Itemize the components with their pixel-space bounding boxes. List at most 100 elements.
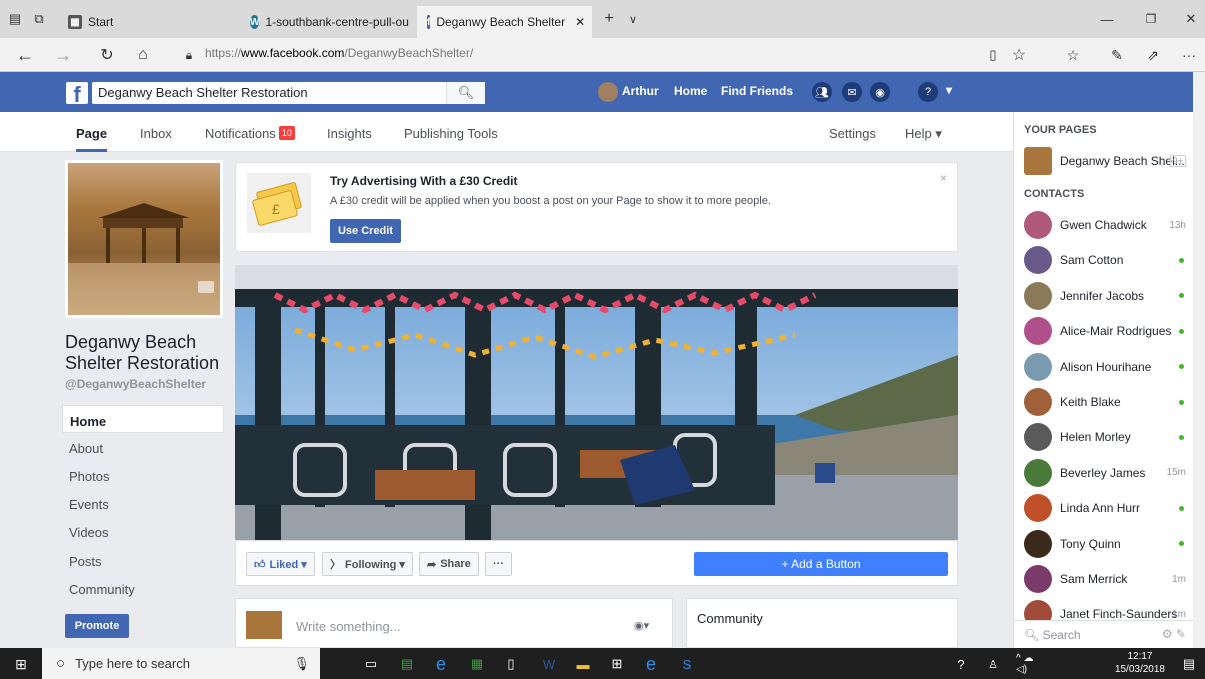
add-a-button[interactable]: + Add a Button bbox=[694, 552, 948, 576]
online-status-dot bbox=[1179, 541, 1184, 547]
reading-view-icon[interactable]: ▯ bbox=[982, 44, 1004, 66]
contact-avatar bbox=[1024, 458, 1052, 487]
maximize-icon[interactable]: ❐ bbox=[1140, 8, 1162, 30]
cover-photo-image bbox=[235, 265, 958, 540]
close-window-icon[interactable]: ✕ bbox=[1180, 8, 1202, 30]
pen-notes-icon[interactable]: ✎ bbox=[1106, 44, 1128, 66]
task-view-icon[interactable]: ▭ bbox=[360, 653, 382, 675]
taskbar-clock[interactable]: 12:17 15/03/2018 bbox=[1115, 650, 1165, 676]
chat-search-input[interactable]: 🔍︎ Search ⚙ ✎ bbox=[1014, 620, 1194, 648]
home-icon[interactable]: ⌂ bbox=[132, 44, 154, 66]
more-options-button[interactable]: ··· bbox=[485, 552, 512, 576]
contact-item[interactable]: Sam Merrick 1m bbox=[1024, 564, 1192, 594]
notification-center-icon[interactable]: ▤ bbox=[1178, 653, 1200, 675]
favorites-hub-icon[interactable]: ☆ bbox=[1062, 44, 1084, 66]
page-action-bar: 👍︎ Liked ▾ 〉 Following ▾ ➦ Share ··· + Add … bbox=[235, 540, 958, 586]
chat-settings-icon[interactable]: ⚙ ✎ bbox=[1162, 627, 1186, 641]
tab-inbox[interactable]: Inbox bbox=[140, 126, 172, 141]
minimize-icon[interactable]: — bbox=[1096, 8, 1118, 30]
promote-button[interactable]: Promote bbox=[65, 614, 129, 638]
store-icon[interactable]: ⊞ bbox=[606, 653, 628, 675]
share-icon[interactable]: ⇗ bbox=[1142, 44, 1164, 66]
contact-item[interactable]: Jennifer Jacobs bbox=[1024, 281, 1192, 311]
new-tab-icon[interactable]: + bbox=[598, 8, 620, 30]
left-nav-home[interactable]: Home bbox=[62, 405, 224, 433]
tab-publishing-tools[interactable]: Publishing Tools bbox=[404, 126, 498, 141]
share-button[interactable]: ➦ Share bbox=[419, 552, 479, 576]
use-credit-button[interactable]: Use Credit bbox=[330, 219, 401, 243]
contact-item[interactable]: Alison Hourihane bbox=[1024, 352, 1192, 382]
left-nav-events[interactable]: Events bbox=[62, 489, 224, 517]
contact-item[interactable]: Keith Blake bbox=[1024, 387, 1192, 417]
contact-item[interactable]: Tony Quinn bbox=[1024, 529, 1192, 559]
tab-actions-icon[interactable]: ▤ bbox=[4, 8, 26, 30]
following-button[interactable]: 〉 Following ▾ bbox=[322, 552, 413, 576]
last-active-time: 15m bbox=[1166, 467, 1186, 479]
back-arrow-icon[interactable]: ← bbox=[14, 44, 36, 66]
liked-button[interactable]: 👍︎ Liked ▾ bbox=[246, 552, 315, 576]
close-tab-icon[interactable]: ✕ bbox=[575, 15, 585, 29]
contact-item[interactable]: Alice-Mair Rodrigues bbox=[1024, 316, 1192, 346]
facebook-logo-icon[interactable]: f bbox=[66, 82, 88, 104]
tab-southbank[interactable]: W 1-southbank-centre-pull-ou bbox=[240, 6, 415, 38]
contact-name: Alice-Mair Rodrigues bbox=[1060, 324, 1172, 339]
people-icon[interactable]: ♙ bbox=[982, 653, 1004, 675]
tab-help[interactable]: Help ▾ bbox=[905, 126, 942, 142]
page-scrollbar[interactable] bbox=[1193, 72, 1205, 648]
notifications-globe-icon[interactable]: ◉ bbox=[870, 82, 890, 102]
file-icon[interactable]: ▯ bbox=[500, 653, 522, 675]
friend-requests-icon[interactable]: 👥︎ bbox=[812, 82, 832, 102]
messages-icon[interactable]: ✉ bbox=[842, 82, 862, 102]
account-menu-icon[interactable]: ▾ bbox=[946, 83, 952, 97]
more-icon[interactable]: ··· bbox=[1178, 44, 1200, 66]
left-nav-videos[interactable]: Videos bbox=[62, 517, 224, 545]
file-explorer-icon[interactable]: ▬ bbox=[572, 653, 594, 675]
word-icon[interactable]: W bbox=[538, 653, 560, 675]
ie-icon[interactable]: e bbox=[640, 653, 662, 675]
help-icon[interactable]: ? bbox=[918, 82, 938, 102]
tab-insights[interactable]: Insights bbox=[327, 126, 372, 141]
taskbar-search[interactable]: ○ Type here to search 🎙︎ bbox=[42, 648, 320, 679]
tab-start[interactable]: ▦ Start bbox=[58, 6, 236, 38]
tray-icons[interactable]: ^ ☁ ◁) bbox=[1016, 653, 1038, 675]
close-icon[interactable]: × bbox=[940, 171, 947, 185]
microphone-icon[interactable]: 🎙︎ bbox=[293, 656, 310, 672]
find-friends-link[interactable]: Find Friends bbox=[721, 84, 793, 98]
user-avatar[interactable] bbox=[598, 82, 618, 102]
page-profile-picture[interactable] bbox=[65, 160, 223, 318]
left-nav-posts[interactable]: Posts bbox=[62, 546, 224, 574]
tab-facebook[interactable]: f Deganwy Beach Shelter ✕ bbox=[417, 6, 592, 38]
skype-icon[interactable]: S bbox=[676, 653, 698, 675]
excel-icon[interactable]: ▦ bbox=[466, 653, 488, 675]
contact-item[interactable]: Gwen Chadwick 13h bbox=[1024, 210, 1192, 240]
set-aside-tabs-icon[interactable]: ⧉ bbox=[28, 8, 50, 30]
refresh-icon[interactable]: ↻ bbox=[96, 44, 118, 66]
post-composer[interactable]: Write something... ◉▾ bbox=[235, 598, 673, 648]
tab-page[interactable]: Page bbox=[76, 126, 108, 152]
photos-app-icon[interactable]: ▤ bbox=[396, 653, 418, 675]
left-nav-about[interactable]: About bbox=[62, 433, 224, 461]
search-input[interactable]: Deganwy Beach Shelter Restoration bbox=[92, 82, 485, 104]
home-link[interactable]: Home bbox=[674, 84, 707, 98]
edge-icon[interactable]: e bbox=[430, 653, 452, 675]
url-field[interactable]: https://www.facebook.com/DeganwyBeachShe… bbox=[205, 46, 473, 60]
chevron-down-icon[interactable]: ∨ bbox=[622, 8, 644, 30]
user-link[interactable]: Arthur bbox=[622, 84, 659, 98]
left-nav-photos[interactable]: Photos bbox=[62, 461, 224, 489]
windows-start-icon[interactable]: ⊞ bbox=[10, 653, 32, 675]
tab-notifications-label: Notifications bbox=[205, 126, 276, 141]
composer-audience-icon[interactable]: ◉▾ bbox=[634, 619, 649, 632]
contact-item[interactable]: Linda Ann Hurr bbox=[1024, 493, 1192, 523]
tab-settings[interactable]: Settings bbox=[829, 126, 876, 141]
left-nav-community[interactable]: Community bbox=[62, 574, 224, 602]
help-circle-icon[interactable]: ? bbox=[950, 653, 972, 675]
favorite-star-icon[interactable]: ☆ bbox=[1008, 44, 1030, 66]
forward-arrow-icon[interactable]: → bbox=[52, 44, 74, 66]
cover-photo[interactable] bbox=[235, 265, 958, 540]
search-icon[interactable]: 🔍︎ bbox=[446, 82, 485, 104]
contact-item[interactable]: Helen Morley bbox=[1024, 422, 1192, 452]
contact-item[interactable]: Sam Cotton bbox=[1024, 245, 1192, 275]
your-page-item[interactable]: Deganwy Beach Shel... 9+ bbox=[1024, 146, 1192, 176]
tab-notifications[interactable]: Notifications 10 bbox=[205, 126, 295, 141]
contact-item[interactable]: Beverley James 15m bbox=[1024, 458, 1192, 488]
